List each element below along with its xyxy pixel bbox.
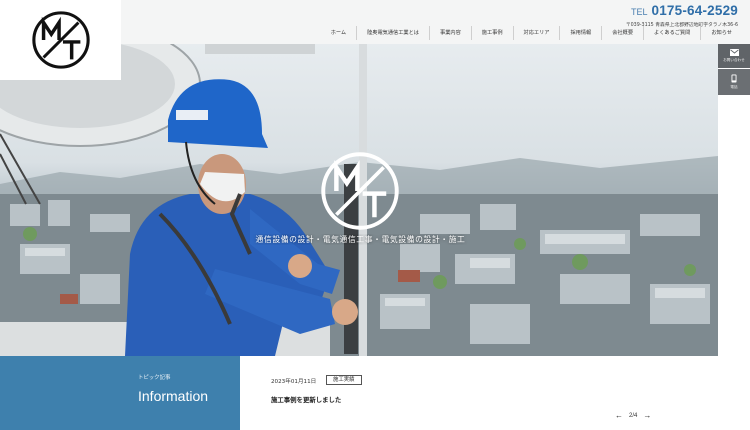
news-item: 2023年01月11日 施工実績 施工事例を更新しました ← 2/4 → xyxy=(240,356,750,430)
tel-number[interactable]: 0175-64-2529 xyxy=(652,3,738,18)
info-panel: トピック記事 Information xyxy=(0,356,240,430)
news-pager: ← 2/4 → xyxy=(615,412,651,420)
nav-item-3[interactable]: 施工事例 xyxy=(470,26,513,40)
side-phone-button[interactable]: 電話 xyxy=(718,69,750,95)
pager-count: 2/4 xyxy=(629,413,638,419)
nav-item-1[interactable]: 陸奥電気通信工業とは xyxy=(356,26,429,40)
side-phone-label: 電話 xyxy=(730,85,738,89)
nav-item-0[interactable]: ホーム xyxy=(321,26,356,40)
news-category-tag[interactable]: 施工実績 xyxy=(326,375,362,385)
hero-mt-logo-icon xyxy=(321,152,399,230)
nav-item-6[interactable]: 会社概要 xyxy=(601,26,643,40)
tel-label: TEL xyxy=(631,7,648,17)
news-headline-link[interactable]: 施工事例を更新しました xyxy=(271,395,341,404)
info-eyebrow: トピック記事 xyxy=(138,375,171,381)
hero-caption: 通信設備の設計・電気通信工事・電気設備の設計・施工 xyxy=(255,235,466,244)
mt-logo-icon xyxy=(31,11,90,69)
nav-item-7[interactable]: よくあるご質問 xyxy=(643,26,700,40)
nav-item-5[interactable]: 採用情報 xyxy=(559,26,601,40)
side-contact-label: お問い合わせ xyxy=(723,58,745,62)
arrow-right-icon[interactable]: → xyxy=(643,412,651,420)
phone-icon xyxy=(731,74,737,83)
contact-phone[interactable]: TEL 0175-64-2529 xyxy=(631,3,738,18)
hero-image: 通信設備の設計・電気通信工事・電気設備の設計・施工 xyxy=(0,44,718,356)
side-contact-button[interactable]: お問い合わせ xyxy=(718,44,750,68)
news-date: 2023年01月11日 xyxy=(271,379,317,385)
nav-item-8[interactable]: お知らせ xyxy=(700,26,742,40)
nav-item-2[interactable]: 事業内容 xyxy=(429,26,471,40)
info-title: Information xyxy=(138,388,209,404)
site-logo[interactable] xyxy=(0,0,121,80)
mail-icon xyxy=(729,49,739,56)
main-nav: ホーム 陸奥電気通信工業とは 事業内容 施工事例 対応エリア 採用情報 会社概要 よくあるご質… xyxy=(121,26,750,40)
arrow-left-icon[interactable]: ← xyxy=(615,412,623,420)
nav-item-4[interactable]: 対応エリア xyxy=(512,26,560,40)
